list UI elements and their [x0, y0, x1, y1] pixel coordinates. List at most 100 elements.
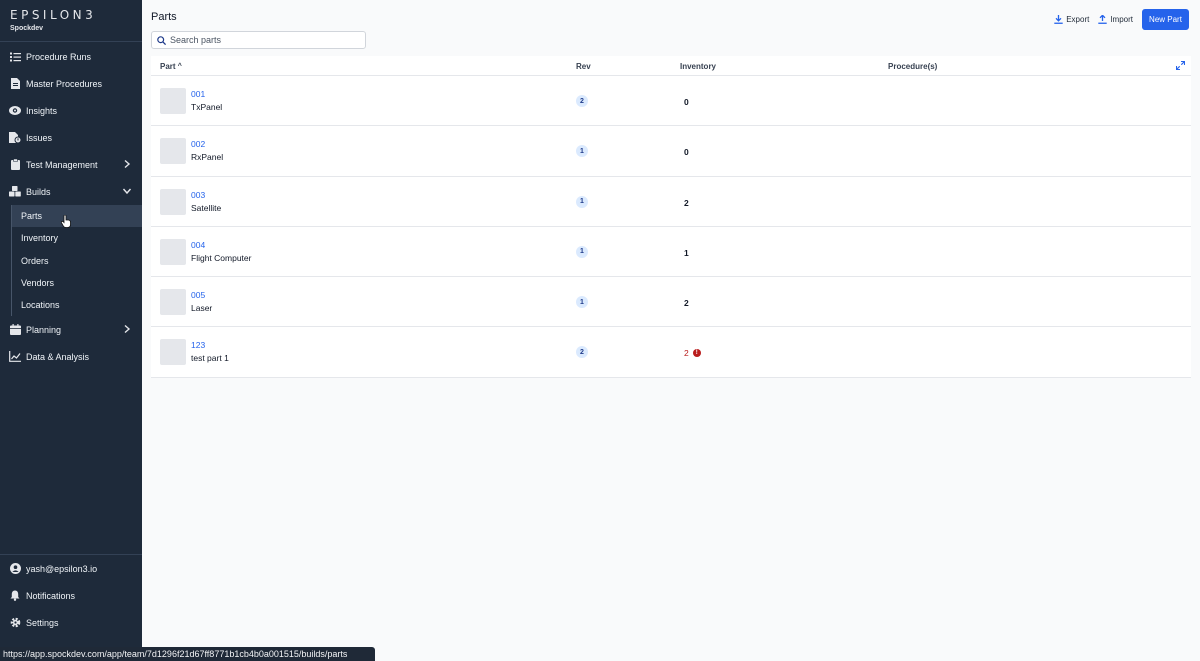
sidebar-item-inventory[interactable]: Inventory — [12, 227, 142, 249]
table-row[interactable]: 004 Flight Computer 1 1 — [151, 227, 1191, 278]
page-actions: Export Import New Part — [1054, 9, 1189, 30]
nav-test-management[interactable]: Test Management — [0, 151, 142, 178]
parts-table: Part ^ Rev Inventory Procedure(s) 001 Tx… — [151, 56, 1191, 378]
part-number-link[interactable]: 002 — [191, 139, 205, 149]
gear-icon — [9, 617, 21, 629]
export-button[interactable]: Export — [1054, 15, 1089, 24]
upload-icon — [1098, 15, 1108, 24]
table-row[interactable]: 001 TxPanel 2 0 — [151, 76, 1191, 127]
inventory-count: 2 ! — [684, 348, 701, 358]
part-number-link[interactable]: 001 — [191, 89, 205, 99]
nav-builds[interactable]: Builds — [0, 178, 142, 205]
sidebar: EPSILON3 Spockdev Procedure Runs Master … — [0, 0, 142, 661]
nav-issues[interactable]: Issues — [0, 124, 142, 151]
inventory-count: 1 — [684, 247, 689, 258]
sidebar-item-parts[interactable]: Parts — [12, 205, 142, 228]
sidebar-item-locations[interactable]: Locations — [12, 294, 142, 316]
part-name: RxPanel — [191, 152, 224, 163]
calendar-icon — [9, 324, 21, 336]
bell-icon — [9, 590, 21, 602]
nav-master-procedures[interactable]: Master Procedures — [0, 70, 142, 97]
eye-icon — [9, 105, 21, 117]
nav-data-analysis[interactable]: Data & Analysis — [0, 343, 142, 370]
warning-icon[interactable]: ! — [692, 349, 701, 358]
file-alert-icon — [9, 132, 21, 144]
table-row[interactable]: 003 Satellite 1 2 — [151, 177, 1191, 227]
column-header-part[interactable]: Part ^ — [160, 62, 182, 71]
inventory-count: 0 — [684, 97, 689, 107]
part-name: TxPanel — [191, 102, 223, 112]
part-name: Laser — [191, 303, 213, 314]
page-title: Parts — [151, 11, 177, 23]
brand: EPSILON3 Spockdev — [0, 0, 142, 42]
sort-ascending-icon: ^ — [177, 63, 182, 70]
builds-submenu: Parts Inventory Orders Vendors Locations — [11, 205, 142, 317]
export-label: Export — [1066, 15, 1090, 24]
part-name: Satellite — [191, 202, 222, 213]
import-label: Import — [1110, 15, 1133, 24]
nav-label: Planning — [26, 324, 62, 335]
nav-label: Settings — [26, 617, 59, 628]
main-nav: Procedure Runs Master Procedures Insight… — [0, 42, 142, 370]
nav-user-account[interactable]: yash@epsilon3.io — [0, 555, 142, 582]
cubes-icon — [9, 186, 21, 198]
chevron-right-icon — [124, 159, 131, 169]
chevron-down-icon — [122, 188, 132, 195]
table-row[interactable]: 123 test part 1 2 2 ! — [151, 327, 1191, 378]
search-box — [151, 31, 366, 49]
chevron-right-icon — [124, 325, 131, 334]
part-thumbnail — [160, 188, 186, 215]
user-icon — [9, 563, 21, 575]
nav-label: yash@epsilon3.io — [26, 563, 98, 574]
nav-settings[interactable]: Settings — [0, 609, 142, 636]
part-number-link[interactable]: 123 — [191, 340, 205, 350]
nav-label: Test Management — [26, 159, 98, 170]
search-icon — [157, 35, 166, 45]
part-thumbnail — [160, 88, 186, 114]
table-row[interactable]: 002 RxPanel 1 0 — [151, 126, 1191, 177]
table-row[interactable]: 005 Laser 1 2 — [151, 277, 1191, 328]
nav-label: Data & Analysis — [26, 351, 90, 362]
column-header-inventory[interactable]: Inventory — [680, 62, 716, 71]
pointer-cursor-icon — [61, 215, 71, 228]
sidebar-bottom: yash@epsilon3.io Notifications Settings — [0, 554, 142, 636]
sidebar-item-vendors[interactable]: Vendors — [12, 272, 142, 294]
import-button[interactable]: Import — [1098, 15, 1133, 24]
part-thumbnail — [160, 289, 186, 316]
new-part-button[interactable]: New Part — [1142, 9, 1189, 30]
inventory-count: 2 — [684, 197, 689, 208]
main-content: Parts Export Import New Part Part ^ Rev … — [142, 0, 1200, 661]
part-thumbnail — [160, 238, 186, 265]
nav-label: Procedure Runs — [26, 51, 92, 62]
part-name: Flight Computer — [191, 252, 252, 263]
nav-procedure-runs[interactable]: Procedure Runs — [0, 43, 142, 70]
part-thumbnail — [160, 138, 186, 165]
sidebar-item-orders[interactable]: Orders — [12, 250, 142, 272]
nav-insights[interactable]: Insights — [0, 97, 142, 124]
nav-label: Master Procedures — [26, 78, 103, 89]
part-number-link[interactable]: 004 — [191, 240, 205, 250]
part-thumbnail — [160, 339, 186, 366]
inventory-count: 0 — [684, 147, 689, 158]
status-bar-url: https://app.spockdev.com/app/team/7d1296… — [0, 647, 375, 661]
revision-badge: 1 — [576, 245, 588, 258]
part-number-link[interactable]: 005 — [191, 290, 205, 300]
search-input[interactable] — [170, 35, 350, 45]
expand-icon[interactable] — [1176, 61, 1185, 70]
download-icon — [1054, 15, 1063, 24]
revision-badge: 1 — [576, 145, 588, 158]
column-header-rev[interactable]: Rev — [576, 62, 591, 71]
logo[interactable]: EPSILON3 — [10, 8, 132, 22]
table-header: Part ^ Rev Inventory Procedure(s) — [151, 56, 1191, 76]
nav-label: Notifications — [26, 590, 76, 601]
nav-planning[interactable]: Planning — [0, 316, 142, 343]
nav-label: Issues — [26, 132, 53, 143]
revision-badge: 1 — [576, 296, 588, 309]
revision-badge: 2 — [576, 346, 588, 359]
column-header-procedures[interactable]: Procedure(s) — [888, 62, 937, 71]
document-icon — [9, 78, 21, 90]
nav-label: Insights — [26, 105, 58, 116]
revision-badge: 2 — [576, 95, 588, 107]
part-number-link[interactable]: 003 — [191, 190, 205, 200]
nav-notifications[interactable]: Notifications — [0, 582, 142, 609]
